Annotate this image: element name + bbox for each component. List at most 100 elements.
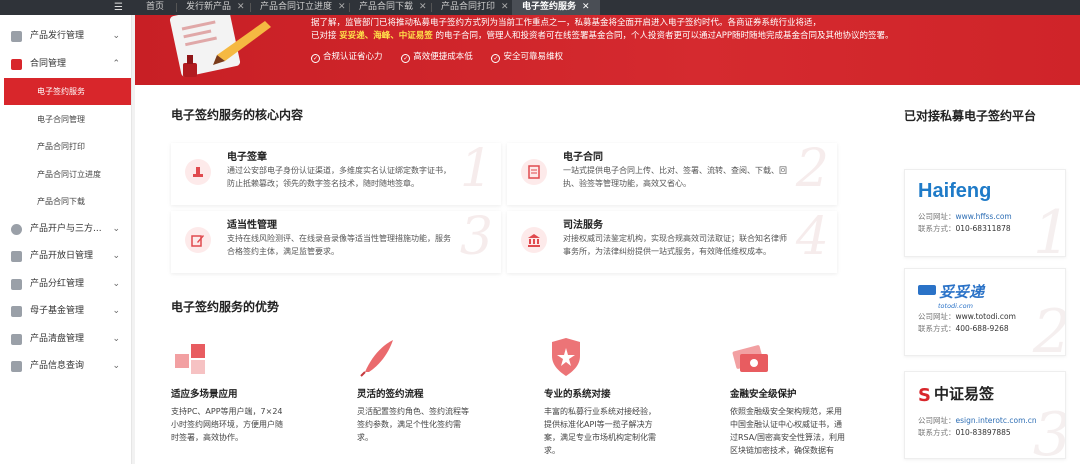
tab-new-product[interactable]: 发行新产品 ✕ xyxy=(186,0,245,15)
sidebar-item-open-day[interactable]: 产品开放日管理 ⌄ xyxy=(0,243,132,270)
totodi-logo-subtext: totodi.com xyxy=(938,302,973,310)
close-icon[interactable]: ✕ xyxy=(582,2,590,12)
partner-phone: 联系方式：010-83897885 xyxy=(918,427,1011,438)
banner-line-2-prefix: 已对接 xyxy=(311,31,337,41)
card-number: 2 xyxy=(1033,297,1065,355)
sidebar-item-dividend[interactable]: 产品分红管理 ⌄ xyxy=(0,271,132,298)
tab-label: 电子签约服务 xyxy=(522,2,577,12)
sidebar: 产品发行管理 ⌄ 合同管理 ⌃ 电子签约服务 电子合同管理 产品合同打印 产品合… xyxy=(0,15,132,464)
core-section-title: 电子签约服务的核心内容 xyxy=(171,108,304,122)
sidebar-item-product-query[interactable]: 产品信息查询 ⌄ xyxy=(0,353,132,380)
link-icon xyxy=(11,224,22,235)
banner-partner-highlight: 妥妥递、海峰、中证易签 xyxy=(339,31,433,41)
core-card-econtract: 2 电子合同 一站式提供电子合同上传、比对、签署、流转、查阅、下载、回执、验签等… xyxy=(507,143,837,205)
sidebar-sub-contract-progress[interactable]: 产品合同订立进度 xyxy=(0,161,132,188)
card-number: 1 xyxy=(459,143,493,199)
chevron-down-icon: ⌄ xyxy=(112,361,120,371)
sidebar-sub-esign-service[interactable]: 电子签约服务 xyxy=(4,78,131,105)
meta-label: 公司网址： xyxy=(918,212,956,221)
chevron-down-icon: ⌄ xyxy=(112,251,120,261)
tab-divider xyxy=(349,3,350,12)
tab-divider xyxy=(176,3,177,12)
partner-url[interactable]: www.totodi.com xyxy=(956,312,1016,321)
banner-badges: ✓ 合规认证省心力 ✓ 高效便捷成本低 ✓ 安全可靠易维权 xyxy=(311,50,579,63)
sidebar-item-account-opening[interactable]: 产品开户与三方... ⌄ xyxy=(0,216,132,243)
partner-card-haifeng[interactable]: 1 Haifeng 公司网址：www.hffss.com 联系方式：010-68… xyxy=(904,169,1066,257)
advantage-title: 灵活的签约流程 xyxy=(357,389,424,400)
tab-esign-service[interactable]: 电子签约服务 ✕ xyxy=(512,0,600,15)
sidebar-sub-contract-download[interactable]: 产品合同下载 xyxy=(0,188,132,215)
partner-phone: 联系方式：010-68311878 xyxy=(918,223,1011,234)
partner-phone: 联系方式：400-688-9268 xyxy=(918,323,1009,334)
card-title: 电子合同 xyxy=(563,152,603,163)
sidebar-item-fund-of-funds[interactable]: 母子基金管理 ⌄ xyxy=(0,298,132,325)
chevron-down-icon: ⌄ xyxy=(112,334,120,344)
advantage-financial-security: 金融安全级保护 依照金融级安全架构规范，采用中国金融认证中心权威证书，通过RSA… xyxy=(730,338,850,464)
core-card-esignature: 1 电子签章 通过公安部电子身份认证渠道，多维度实名认证绑定数字证书，防止抵赖篡… xyxy=(171,143,501,205)
partner-website: 公司网址：esign.interotc.com.cn xyxy=(918,415,1037,426)
phone-number: 010-68311878 xyxy=(955,224,1011,233)
sidebar-sub-label: 电子合同管理 xyxy=(37,115,85,124)
card-description: 一站式提供电子合同上传、比对、签署、流转、查阅、下载、回执、验签等管理功能，高效… xyxy=(563,166,787,188)
tab-bar: ☰ 首页 发行新产品 ✕ 产品合同订立进度 ✕ 产品合同下载 ✕ 产品合同打印 ✕ 电子… xyxy=(0,0,1080,15)
banner-line-1: 据了解，监管部门已将推动私募电子签约方式列为当前工作重点之一，私募基金将全面开启… xyxy=(311,18,822,28)
meta-label: 联系方式： xyxy=(918,324,956,333)
partner-panel: 已对接私募电子签约平台 1 Haifeng 公司网址：www.hffss.com… xyxy=(890,85,1080,464)
check-circle-icon: ✓ xyxy=(311,54,320,63)
tab-contract-print[interactable]: 产品合同打印 ✕ xyxy=(441,0,509,15)
card-number: 4 xyxy=(795,211,829,267)
partner-url[interactable]: www.hffss.com xyxy=(956,212,1012,221)
tab-contract-download[interactable]: 产品合同下载 ✕ xyxy=(359,0,427,15)
advantage-section-title: 电子签约服务的优势 xyxy=(171,300,280,314)
sidebar-sub-contract-print[interactable]: 产品合同打印 xyxy=(0,133,132,160)
edit-icon xyxy=(185,227,211,253)
close-icon[interactable]: ✕ xyxy=(501,2,509,12)
advantage-system-integration: 专业的系统对接 丰富的私募行业系统对接经验，提供标准化API等一揽子解决方案，满… xyxy=(544,338,664,464)
sidebar-item-product-issue[interactable]: 产品发行管理 ⌄ xyxy=(0,23,132,50)
card-number: 1 xyxy=(1033,198,1065,256)
close-icon[interactable]: ✕ xyxy=(237,2,245,12)
advantage-description: 灵活配置签约角色、签约流程等签约参数，满足个性化签约需求。 xyxy=(357,407,469,442)
sidebar-item-contract-mgmt[interactable]: 合同管理 ⌃ xyxy=(0,51,132,78)
tab-home[interactable]: 首页 xyxy=(146,0,164,15)
sidebar-item-label: 合同管理 xyxy=(30,59,67,69)
menu-toggle-icon[interactable]: ☰ xyxy=(114,2,128,13)
core-card-suitability: 3 适当性管理 支持在线风险测评、在线录音录像等适当性管理措施功能，服务合格签约… xyxy=(171,211,501,273)
haifeng-logo: Haifeng xyxy=(918,180,992,202)
advantage-description: 依照金融级安全架构规范，采用中国金融认证中心权威证书，通过RSA/国密高安全性算… xyxy=(730,407,845,455)
document-icon xyxy=(521,159,547,185)
advantage-flexible-flow: 灵活的签约流程 灵活配置签约角色、签约流程等签约参数，满足个性化签约需求。 xyxy=(357,338,477,464)
money-icon xyxy=(732,345,768,372)
advantage-description: 支持PC、APP等用户端，7×24小时签约网络环境，方便用户随时签署，高效协作。 xyxy=(171,407,283,442)
card-description: 支持在线风险测评、在线录音录像等适当性管理措施功能，服务合格签约主体，满足监管要… xyxy=(227,234,451,256)
close-icon[interactable]: ✕ xyxy=(419,2,427,12)
tab-label: 产品合同下载 xyxy=(359,2,414,12)
dividend-icon xyxy=(11,279,22,290)
chevron-down-icon: ⌄ xyxy=(112,279,120,289)
sidebar-sub-econtract-mgmt[interactable]: 电子合同管理 xyxy=(0,106,132,133)
core-card-judicial: 4 司法服务 对接权威司法鉴定机构，实现合规高效司法取证；联合知名律师事务所，为… xyxy=(507,211,837,273)
zhongzheng-logo-text: 中证易签 xyxy=(933,385,994,403)
close-icon[interactable]: ✕ xyxy=(338,2,346,12)
card-description: 对接权威司法鉴定机构，实现合规高效司法取证；联合知名律师事务所，为法律纠纷提供一… xyxy=(563,234,787,256)
zhongzheng-logo: S 中证易签 xyxy=(918,383,994,409)
meta-label: 公司网址： xyxy=(918,312,956,321)
totodi-logo: 妥妥递 totodi.com xyxy=(918,281,984,310)
sidebar-item-liquidation[interactable]: 产品清盘管理 ⌄ xyxy=(0,326,132,353)
badge-label: 高效便捷成本低 xyxy=(413,52,473,62)
meta-label: 联系方式： xyxy=(918,428,956,437)
partner-card-zhongzheng[interactable]: 3 S中证易签 公司网址：esign.interotc.com.cn 联系方式：… xyxy=(904,371,1066,459)
card-description: 通过公安部电子身份认证渠道，多维度实名认证绑定数字证书，防止抵赖篡改；领先的数字… xyxy=(227,166,451,188)
tab-divider xyxy=(431,3,432,12)
tab-divider xyxy=(250,3,251,12)
tab-contract-progress[interactable]: 产品合同订立进度 ✕ xyxy=(260,0,346,15)
sidebar-sub-label: 产品合同订立进度 xyxy=(37,170,101,179)
chevron-down-icon: ⌄ xyxy=(112,306,120,316)
badge-efficiency: ✓ 高效便捷成本低 xyxy=(401,50,473,63)
sidebar-item-label: 产品分红管理 xyxy=(30,279,85,289)
liquidation-icon xyxy=(11,334,22,345)
sidebar-item-label: 产品清盘管理 xyxy=(30,334,85,344)
meta-label: 公司网址： xyxy=(918,416,956,425)
partner-card-totodi[interactable]: 2 妥妥递 totodi.com 公司网址：www.totodi.com 联系方… xyxy=(904,268,1066,356)
partner-url[interactable]: esign.interotc.com.cn xyxy=(956,416,1037,425)
